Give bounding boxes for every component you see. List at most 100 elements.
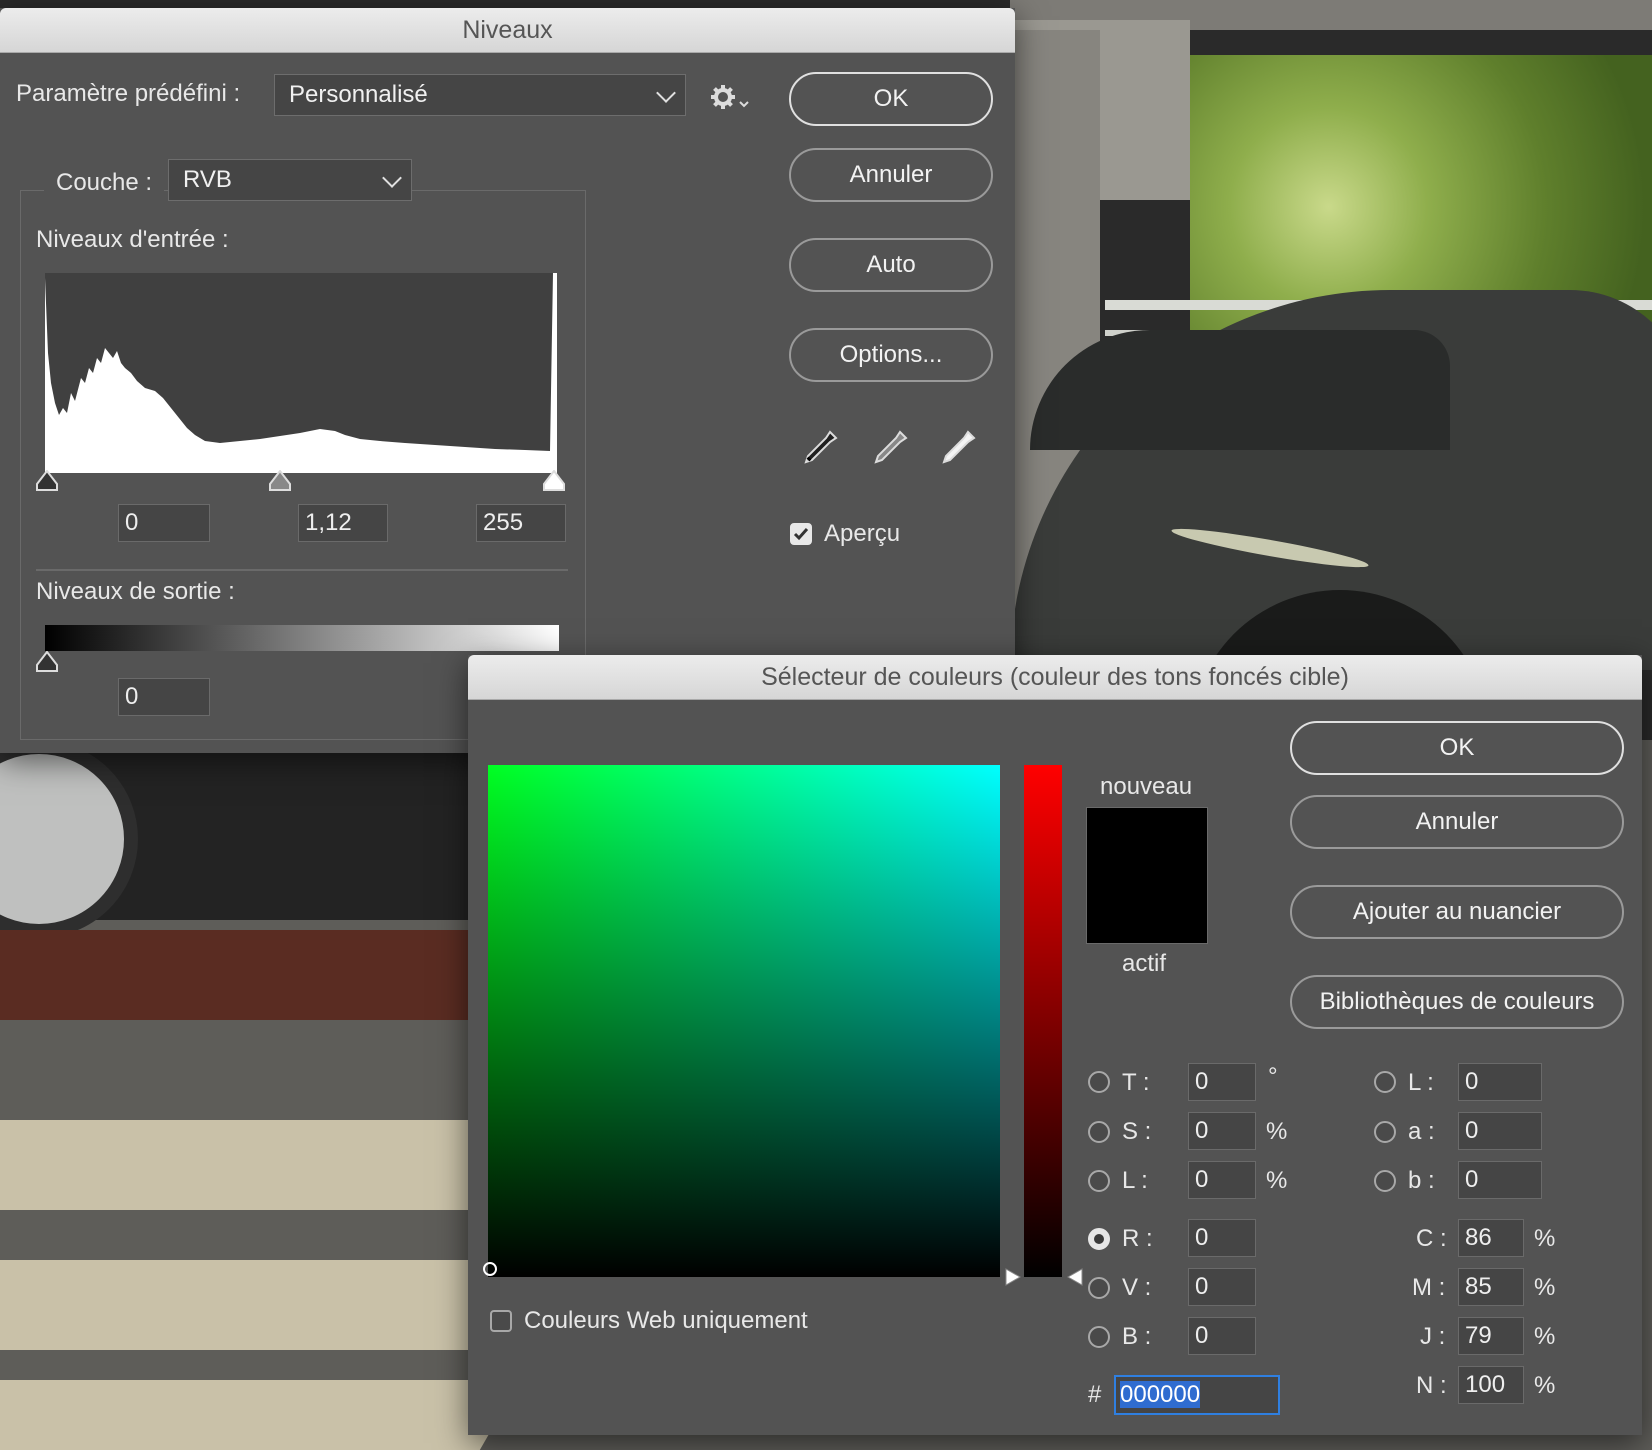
radio-lab-l[interactable] <box>1374 1071 1396 1093</box>
levels-dialog: Niveaux Paramètre prédéfini : Personnali… <box>0 8 1015 753</box>
levels-title[interactable]: Niveaux <box>0 8 1015 53</box>
gray-eyedropper-icon[interactable] <box>870 428 910 468</box>
options-button[interactable]: Options... <box>789 328 993 382</box>
cyan-label: C : <box>1416 1225 1447 1252</box>
auto-button[interactable]: Auto <box>789 238 993 292</box>
new-color-label: nouveau <box>1100 773 1193 800</box>
white-eyedropper-icon[interactable] <box>938 428 978 468</box>
black-unit: % <box>1534 1372 1556 1399</box>
red-label: R : <box>1122 1225 1153 1252</box>
lab-l-label: L : <box>1408 1069 1434 1096</box>
yellow-unit: % <box>1534 1323 1556 1350</box>
brightness-field[interactable]: 0 <box>1188 1161 1256 1199</box>
radio-green[interactable] <box>1088 1277 1110 1299</box>
lab-b-label: b : <box>1408 1167 1435 1194</box>
radio-brightness[interactable] <box>1088 1170 1110 1192</box>
histogram <box>45 273 557 473</box>
preset-label: Paramètre prédéfini : <box>16 80 241 107</box>
preset-select[interactable]: Personnalisé <box>274 74 686 116</box>
color-swatch-new <box>1086 807 1208 944</box>
preview-label: Aperçu <box>824 520 901 547</box>
add-to-swatches-button[interactable]: Ajouter au nuancier <box>1290 885 1624 939</box>
magenta-field[interactable]: 85 <box>1458 1268 1524 1306</box>
hex-value: 000000 <box>1120 1381 1201 1408</box>
color-picker-dialog: Sélecteur de couleurs (couleur des tons … <box>468 655 1642 1435</box>
picker-ok-button[interactable]: OK <box>1290 721 1624 775</box>
saturation-unit: % <box>1266 1118 1288 1145</box>
cyan-field[interactable]: 86 <box>1458 1219 1524 1257</box>
radio-red[interactable] <box>1088 1228 1110 1250</box>
hex-prefix: # <box>1088 1381 1102 1408</box>
output-levels-label: Niveaux de sortie : <box>36 578 235 605</box>
yellow-label: J : <box>1420 1323 1446 1350</box>
black-field[interactable]: 100 <box>1458 1366 1524 1404</box>
preset-value: Personnalisé <box>289 81 428 108</box>
blue-label: B : <box>1122 1323 1152 1350</box>
color-field-marker <box>482 1261 498 1282</box>
black-label: N : <box>1416 1372 1447 1399</box>
input-gamma-slider[interactable] <box>268 469 292 497</box>
hue-slider[interactable] <box>1024 765 1062 1277</box>
lab-a-label: a : <box>1408 1118 1435 1145</box>
cancel-button[interactable]: Annuler <box>789 148 993 202</box>
channel-value: RVB <box>183 166 232 193</box>
photo-curb <box>0 930 470 1020</box>
cyan-unit: % <box>1534 1225 1556 1252</box>
lab-b-field[interactable]: 0 <box>1458 1161 1542 1199</box>
web-colors-checkbox[interactable] <box>490 1310 512 1332</box>
lab-l-field[interactable]: 0 <box>1458 1063 1542 1101</box>
saturation-label: S : <box>1122 1118 1152 1145</box>
hue-unit: ° <box>1268 1063 1278 1090</box>
green-label: V : <box>1122 1274 1152 1301</box>
color-field[interactable] <box>488 765 1000 1277</box>
picker-cancel-button[interactable]: Annuler <box>1290 795 1624 849</box>
radio-lab-a[interactable] <box>1374 1121 1396 1143</box>
photo-floor-stripe <box>0 1380 521 1450</box>
radio-saturation[interactable] <box>1088 1121 1110 1143</box>
hue-slider-right-arrow[interactable] <box>1066 1267 1084 1292</box>
photo-floor-stripe <box>0 1260 546 1350</box>
input-white-slider[interactable] <box>542 469 566 497</box>
brightness-unit: % <box>1266 1167 1288 1194</box>
input-gamma-field[interactable]: 1,12 <box>298 504 388 542</box>
photo-car-window <box>1030 330 1450 450</box>
input-black-slider[interactable] <box>35 469 59 497</box>
magenta-label: M : <box>1412 1274 1446 1301</box>
gear-icon[interactable] <box>710 84 750 112</box>
input-white-field[interactable]: 255 <box>476 504 566 542</box>
input-levels-label: Niveaux d'entrée : <box>36 226 229 253</box>
hue-field[interactable]: 0 <box>1188 1063 1256 1101</box>
color-libraries-button[interactable]: Bibliothèques de couleurs <box>1290 975 1624 1029</box>
ok-button[interactable]: OK <box>789 72 993 126</box>
section-divider <box>36 569 568 571</box>
output-black-field[interactable]: 0 <box>118 678 210 716</box>
hue-slider-left-arrow[interactable] <box>1004 1267 1022 1292</box>
channel-label: Couche : <box>44 169 165 197</box>
lab-a-field[interactable]: 0 <box>1458 1112 1542 1150</box>
yellow-field[interactable]: 79 <box>1458 1317 1524 1355</box>
radio-lab-b[interactable] <box>1374 1170 1396 1192</box>
hex-field[interactable]: 000000 <box>1114 1375 1280 1415</box>
web-colors-label: Couleurs Web uniquement <box>524 1307 808 1334</box>
brightness-label: L : <box>1122 1167 1148 1194</box>
color-picker-title[interactable]: Sélecteur de couleurs (couleur des tons … <box>468 655 1642 700</box>
channel-select[interactable]: RVB <box>168 159 412 201</box>
output-gradient <box>45 625 559 651</box>
input-black-field[interactable]: 0 <box>118 504 210 542</box>
saturation-field[interactable]: 0 <box>1188 1112 1256 1150</box>
green-field[interactable]: 0 <box>1188 1268 1256 1306</box>
preview-checkbox[interactable] <box>790 523 812 545</box>
red-field[interactable]: 0 <box>1188 1219 1256 1257</box>
photo-floor-stripe <box>0 1120 546 1210</box>
radio-blue[interactable] <box>1088 1326 1110 1348</box>
radio-hue[interactable] <box>1088 1071 1110 1093</box>
output-black-slider[interactable] <box>35 650 59 678</box>
checkmark-icon <box>793 528 809 541</box>
magenta-unit: % <box>1534 1274 1556 1301</box>
blue-field[interactable]: 0 <box>1188 1317 1256 1355</box>
current-color-label: actif <box>1122 950 1167 977</box>
chevron-down-icon <box>656 83 676 103</box>
black-eyedropper-icon[interactable] <box>800 428 840 468</box>
chevron-down-icon <box>382 168 402 188</box>
histogram-graph <box>45 273 557 473</box>
